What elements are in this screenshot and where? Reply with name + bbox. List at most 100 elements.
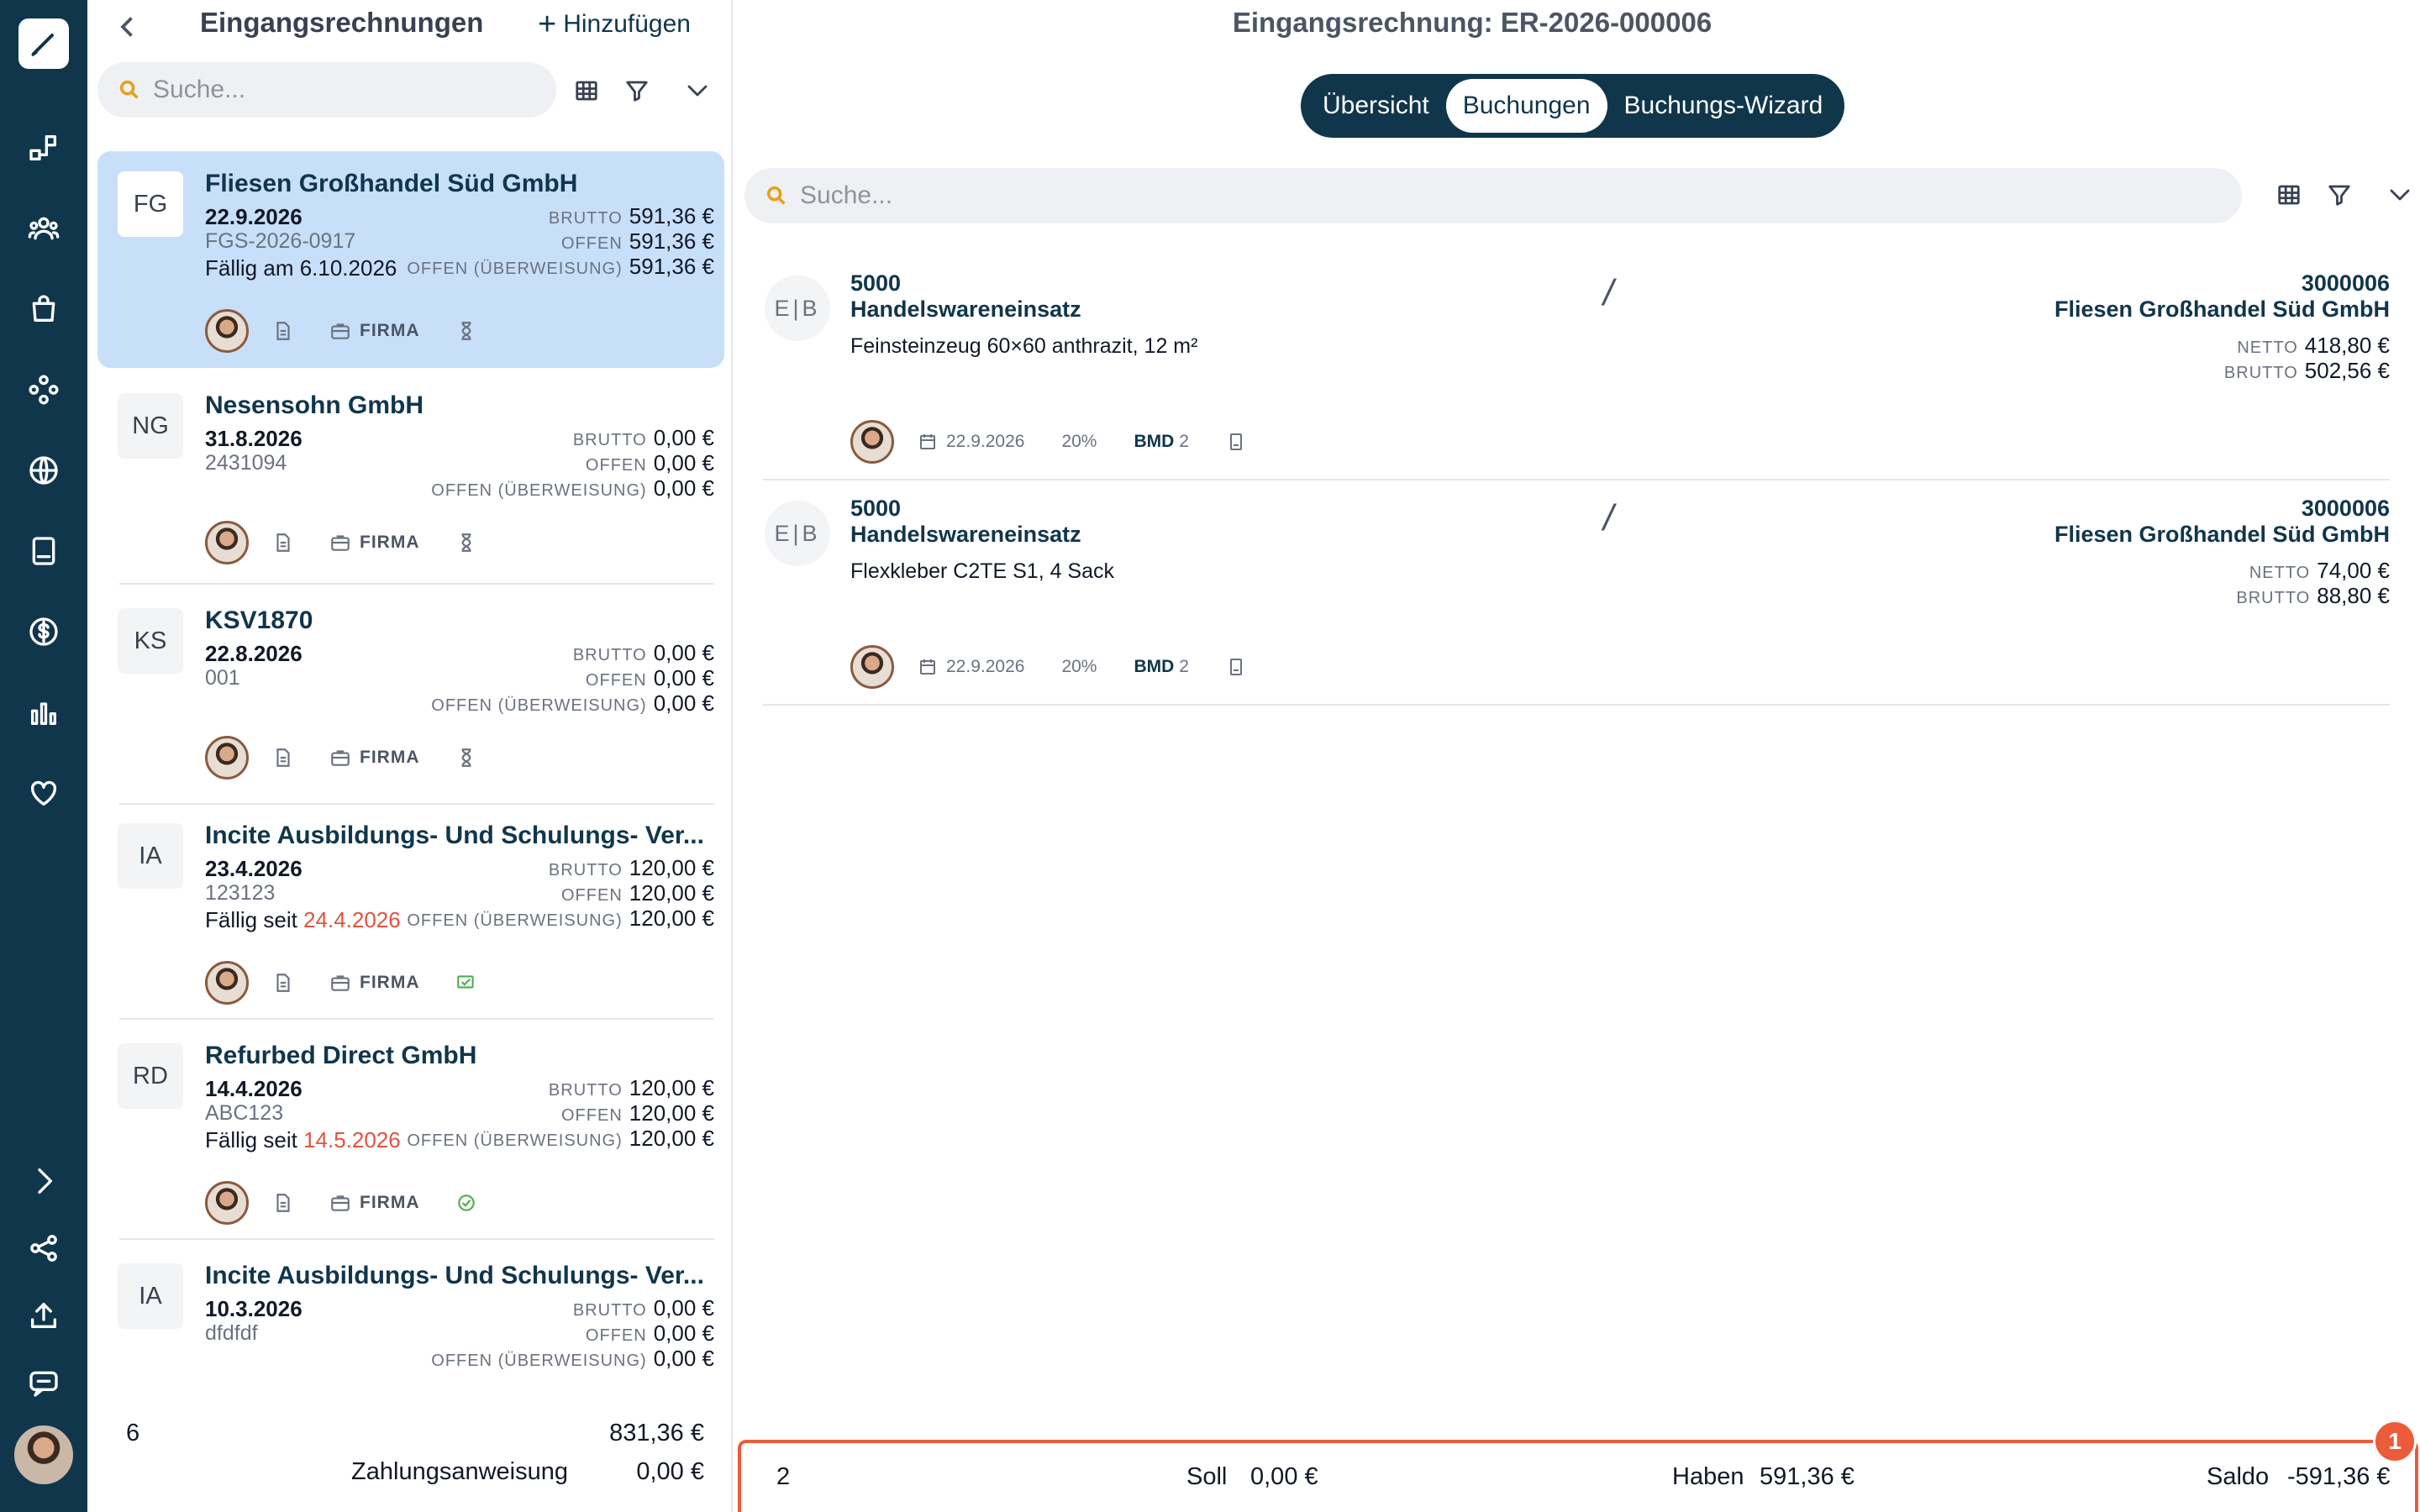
- tab-buchungs-wizard[interactable]: Buchungs-Wizard: [1607, 79, 1840, 133]
- tab-buchungen[interactable]: Buchungen: [1445, 79, 1607, 133]
- network-icon[interactable]: [22, 368, 66, 412]
- due-text: Fällig seit 14.5.2026: [205, 1127, 401, 1153]
- invoice-list-item[interactable]: KS KSV1870 22.8.2026 001 BRUTTO 0,00 € OF…: [97, 588, 724, 805]
- list-search-input[interactable]: [153, 76, 520, 104]
- user-avatar[interactable]: [12, 1423, 76, 1487]
- briefcase-icon: [329, 532, 351, 554]
- invoice-ref: 2431094: [205, 451, 287, 475]
- notification-badge[interactable]: 1: [2373, 1420, 2417, 1463]
- assignee-avatar: [205, 961, 249, 1005]
- assignee-avatar: [850, 420, 894, 464]
- assignee-avatar: [850, 645, 894, 689]
- chevron-down-icon[interactable]: [681, 74, 714, 108]
- document-icon[interactable]: [272, 1192, 294, 1214]
- netto-label: NETTO: [2249, 564, 2311, 582]
- expand-chevron-icon[interactable]: [22, 1159, 66, 1203]
- offen-label: OFFEN: [561, 234, 623, 253]
- brutto-value: 591,36 €: [629, 203, 714, 228]
- dollar-icon[interactable]: [22, 610, 66, 654]
- table-view-icon[interactable]: [570, 74, 603, 108]
- shopping-bag-icon[interactable]: [22, 287, 66, 331]
- offen-value: 0,00 €: [653, 665, 714, 690]
- brutto-label: BRUTTO: [572, 431, 647, 449]
- initials-avatar: IA: [118, 823, 183, 889]
- amounts: BRUTTO 591,36 € OFFEN 591,36 € OFFEN (ÜBER…: [407, 203, 714, 279]
- brutto-label: BRUTTO: [572, 1301, 647, 1320]
- ledger-icon[interactable]: [1226, 432, 1246, 452]
- brutto-label: BRUTTO: [2236, 589, 2311, 607]
- brutto-label: BRUTTO: [548, 209, 623, 228]
- firma-label: FIRMA: [360, 1193, 420, 1212]
- account-number: 5000: [850, 496, 902, 521]
- offen-ueberweisung-value: 120,00 €: [629, 1126, 714, 1151]
- invoice-ref: 123123: [205, 881, 276, 905]
- item-meta: FIRMA: [205, 521, 477, 564]
- booking-row[interactable]: E|B 5000 Handelswareneinsatz / 3000006 Fli…: [763, 480, 2390, 706]
- offen-label: OFFEN: [561, 1106, 623, 1125]
- add-button[interactable]: + Hinzufügen: [538, 8, 691, 40]
- app-logo[interactable]: [18, 18, 69, 69]
- counter-account-number: 3000006: [2301, 496, 2390, 521]
- eb-badge: E|B: [765, 501, 830, 566]
- table-view-icon[interactable]: [2272, 178, 2306, 212]
- globe-icon[interactable]: [22, 449, 66, 492]
- plus-icon: +: [538, 7, 557, 42]
- document-icon[interactable]: [272, 972, 294, 994]
- offen-ueberweisung-label: OFFEN (ÜBERWEISUNG): [407, 911, 623, 930]
- list-search: [97, 62, 556, 118]
- hourglass-icon: [455, 320, 477, 342]
- invoice-list-item[interactable]: RD Refurbed Direct GmbH 14.4.2026 ABC123…: [97, 1023, 724, 1240]
- share-icon[interactable]: [22, 1226, 66, 1270]
- brutto-label: BRUTTO: [572, 646, 647, 664]
- firma-label: FIRMA: [360, 973, 420, 992]
- workflow-icon[interactable]: [22, 126, 66, 170]
- invoice-list-item[interactable]: IA Incite Ausbildungs- Und Schulungs- Ve…: [97, 1243, 724, 1391]
- filter-icon[interactable]: [620, 74, 654, 108]
- booking-row[interactable]: E|B 5000 Handelswareneinsatz / 3000006 Fli…: [763, 255, 2390, 480]
- bar-chart-icon[interactable]: [22, 690, 66, 734]
- invoice-list-item[interactable]: FG Fliesen Großhandel Süd GmbH 22.9.2026…: [97, 151, 724, 368]
- vendor-name: Fliesen Großhandel Süd GmbH: [205, 170, 578, 197]
- booking-meta: 22.9.2026 20% BMD 2: [850, 420, 1246, 464]
- ledger-icon[interactable]: [1226, 657, 1246, 677]
- check-circle-icon: [455, 1192, 477, 1214]
- offen-label: OFFEN: [561, 886, 623, 905]
- bookings-search-input[interactable]: [800, 181, 1998, 210]
- initials-avatar: KS: [118, 608, 183, 674]
- chat-icon[interactable]: [22, 1361, 66, 1404]
- offen-value: 591,36 €: [629, 228, 714, 254]
- tab-uebersicht[interactable]: Übersicht: [1306, 79, 1446, 133]
- amounts: BRUTTO 0,00 € OFFEN 0,00 € OFFEN (ÜBERWEIS…: [431, 640, 714, 716]
- account-separator: /: [1603, 497, 1614, 538]
- vendor-name: KSV1870: [205, 606, 313, 634]
- due-text: Fällig seit 24.4.2026: [205, 907, 401, 933]
- filter-icon[interactable]: [2323, 178, 2356, 212]
- firma-label: FIRMA: [360, 748, 420, 767]
- vendor-name: Incite Ausbildungs- Und Schulungs- Ver..…: [205, 822, 704, 849]
- document-icon[interactable]: [272, 320, 294, 342]
- soll-label: Soll: [1186, 1463, 1228, 1490]
- counter-account: 3000006 Fliesen Großhandel Süd GmbH: [2054, 270, 2390, 323]
- invoice-list-item[interactable]: NG Nesensohn GmbH 31.8.2026 2431094 BRUT…: [97, 373, 724, 590]
- assignee-avatar: [205, 309, 249, 353]
- upload-icon[interactable]: [22, 1294, 66, 1337]
- booking-text: Flexkleber C2TE S1, 4 Sack: [850, 559, 1115, 583]
- item-divider: [119, 1238, 714, 1240]
- list-title: Eingangsrechnungen: [200, 7, 484, 38]
- book-icon[interactable]: [22, 529, 66, 573]
- document-icon[interactable]: [272, 532, 294, 554]
- invoice-total: 831,36 €: [609, 1420, 704, 1446]
- users-icon[interactable]: [22, 207, 66, 250]
- invoice-date: 22.9.2026: [205, 204, 302, 229]
- vendor-name: Refurbed Direct GmbH: [205, 1042, 477, 1069]
- document-icon[interactable]: [272, 747, 294, 769]
- back-chevron-icon[interactable]: [113, 12, 143, 42]
- account-separator: /: [1603, 272, 1614, 313]
- initials-avatar: NG: [118, 393, 183, 459]
- soll-value: 0,00 €: [1250, 1463, 1318, 1490]
- chevron-down-icon[interactable]: [2383, 178, 2417, 212]
- item-meta: FIRMA: [205, 1181, 477, 1225]
- offen-ueberweisung-label: OFFEN (ÜBERWEISUNG): [407, 260, 623, 278]
- heart-icon[interactable]: [22, 771, 66, 815]
- invoice-list-item[interactable]: IA Incite Ausbildungs- Und Schulungs- Ve…: [97, 803, 724, 1020]
